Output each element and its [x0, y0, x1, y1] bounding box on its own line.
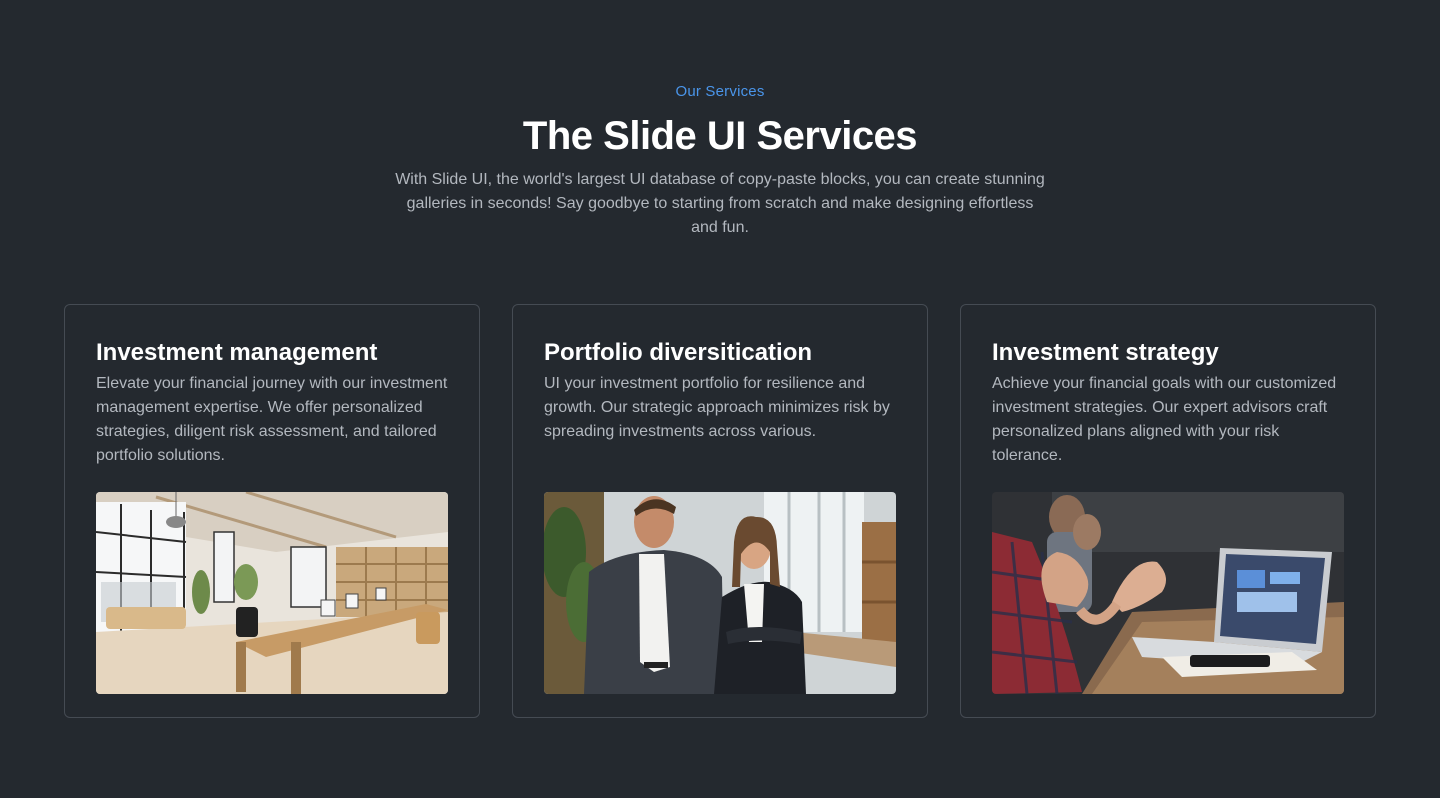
service-card-investment-strategy[interactable]: Investment strategy Achieve your financi… [960, 304, 1376, 718]
service-card-investment-management[interactable]: Investment management Elevate your finan… [64, 304, 480, 718]
card-title: Portfolio diversitication [544, 339, 813, 366]
section-eyebrow: Our Services [675, 83, 765, 100]
business-team-image [544, 492, 896, 694]
card-description: Achieve your financial goals with our cu… [992, 375, 1337, 464]
service-card-portfolio-diversification[interactable]: Portfolio diversitication UI your invest… [512, 304, 928, 718]
office-interior-image [96, 492, 448, 694]
card-description: Elevate your financial journey with our … [96, 375, 448, 464]
section-title: The Slide UI Services [522, 114, 918, 158]
card-title: Investment strategy [992, 339, 1219, 366]
section-intro: With Slide UI, the world's largest UI da… [395, 171, 1045, 236]
meeting-laptop-image [992, 492, 1344, 694]
services-section: Our Services The Slide UI Services With … [0, 0, 1440, 798]
card-title: Investment management [96, 339, 378, 366]
service-cards: Investment management Elevate your finan… [64, 304, 1376, 718]
card-description: UI your investment portfolio for resilie… [544, 375, 890, 440]
